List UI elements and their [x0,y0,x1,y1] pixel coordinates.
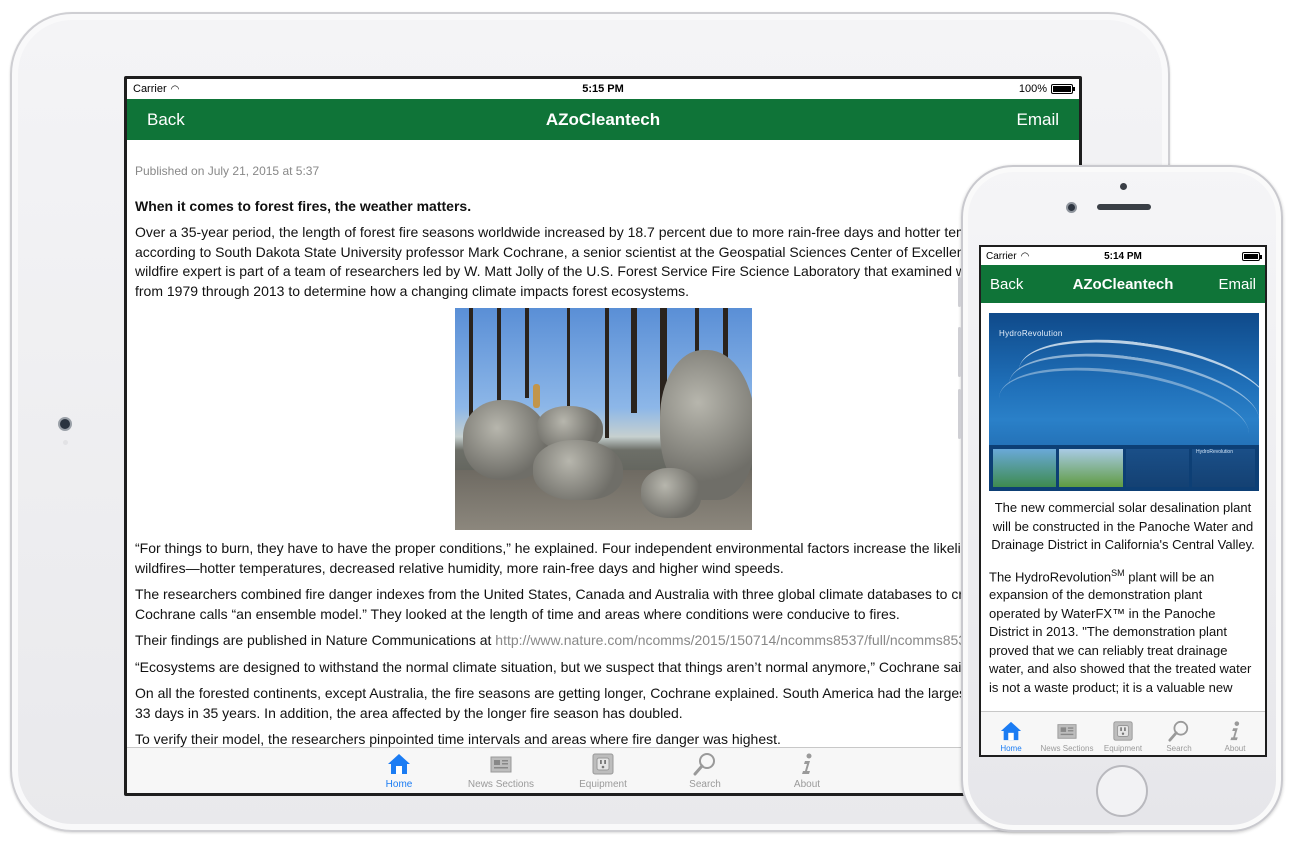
article-lead: When it comes to forest fires, the weath… [135,197,472,214]
paragraph-text: Their findings are published in Nature C… [135,632,496,648]
article-paragraph: The researchers combined fire danger ind… [135,585,1071,624]
paragraph-line: The researchers combined fire danger ind… [135,586,979,602]
tab-label: About [1224,744,1246,753]
email-button[interactable]: Email [1218,276,1256,293]
nav-title: AZoCleantech [545,109,661,129]
promo-brand-logo: HydroRevolution [999,329,1063,338]
paragraph-text: plant will be an expansion of the demons… [989,568,1252,695]
iphone-display: Carrier ◠ 5:14 PM Back AZoCleantech Emai… [981,247,1265,755]
status-bar: Carrier ◠ 5:15 PM 100% [127,79,1079,99]
article-paragraph: Their findings are published in Nature C… [135,631,1071,651]
tab-label: Equipment [579,779,627,790]
info-icon [1223,719,1247,743]
device-mockup-stage: Carrier ◠ 5:15 PM 100% Back AZoCleantech… [0,0,1300,850]
article-paragraph: “Ecosystems are designed to withstand th… [135,658,974,675]
paragraph-line: “For things to burn, they have to have t… [135,540,977,556]
tab-home[interactable]: Home [358,748,440,793]
nature-link[interactable]: http://www.nature.com/ncomms/2015/150714… [495,632,977,648]
forest-fire-photo [454,308,752,530]
tab-home[interactable]: Home [983,712,1039,755]
tab-label: Equipment [1103,744,1143,753]
wifi-icon: ◠ [170,83,180,95]
navigation-bar: Back AZoCleantech Email [981,265,1265,303]
home-button[interactable] [1096,765,1148,817]
tab-label: Search [1166,744,1192,753]
battery-percent: 100% [1018,83,1047,95]
home-icon [999,719,1023,743]
outlet-icon [590,751,616,777]
paragraph-line: Over a 35-year period, the length of for… [135,224,984,240]
paragraph-line: from 1979 through 2013 to determine how … [135,282,690,299]
status-bar: Carrier ◠ 5:14 PM [981,247,1265,265]
tab-bar: Home News Sections Equipment Search Abou… [981,711,1265,755]
battery-icon [1242,251,1262,261]
volume-down-button [958,389,961,439]
tab-bar: Home News Sections Equipment Search Abou… [127,747,1079,793]
newspaper-icon [488,751,514,777]
ipad-camera [58,417,72,431]
article-paragraph: On all the forested continents, except A… [135,684,1071,723]
paragraph-line: On all the forested continents, except A… [135,685,971,701]
article-paragraph: Over a 35-year period, the length of for… [135,223,1071,301]
tab-label: Home [385,779,413,790]
iphone-proximity-sensor [1120,183,1127,190]
mute-switch [958,277,961,307]
paragraph-text: The HydroRevolution [989,568,1112,584]
tab-label: News Sections [467,779,535,790]
home-icon [386,751,412,777]
iphone-device: Carrier ◠ 5:14 PM Back AZoCleantech Emai… [958,165,1283,832]
paragraph-line: wildfire expert is part of a team of res… [135,263,982,279]
carrier-label: Carrier [133,83,167,95]
carrier-label: Carrier [986,250,1017,262]
search-icon [692,751,718,777]
ipad-screen: Carrier ◠ 5:15 PM 100% Back AZoCleantech… [124,76,1082,796]
paragraph-line: according to South Dakota State Universi… [135,243,980,260]
tab-search[interactable]: Search [664,748,746,793]
solar-desalination-image: HydroRevolution HydroRevolution [989,313,1259,491]
article-paragraph: “For things to burn, they have to have t… [135,539,1071,578]
tab-label: Search [689,779,721,790]
tab-news-sections[interactable]: News Sections [460,748,542,793]
back-button[interactable]: Back [990,276,1023,293]
article-content[interactable]: Published on July 21, 2015 at 5:37 When … [127,140,1079,750]
search-icon [1167,719,1191,743]
back-button[interactable]: Back [147,110,185,130]
battery-icon [1051,84,1075,94]
navigation-bar: Back AZoCleantech Email [127,99,1079,140]
article-content[interactable]: HydroRevolution HydroRevolution The new … [981,303,1265,705]
status-time: 5:15 PM [582,83,624,95]
image-caption: The new commercial solar desalination pl… [991,500,1255,552]
paragraph-line: wildfires—hotter temperatures, decreased… [135,559,784,576]
newspaper-icon [1055,719,1079,743]
service-mark: SM [1111,567,1125,578]
promo-panel-label: HydroRevolution [1196,448,1233,455]
tab-news-sections[interactable]: News Sections [1039,712,1095,755]
tab-equipment[interactable]: Equipment [562,748,644,793]
paragraph-line: Cochrane calls “an ensemble model.” They… [135,605,900,622]
tab-about[interactable]: About [766,748,848,793]
iphone-speaker [1097,204,1151,210]
iphone-screen: Carrier ◠ 5:14 PM Back AZoCleantech Emai… [979,245,1267,757]
wifi-icon: ◠ [1020,250,1030,262]
article-paragraph: The HydroRevolutionSM plant will be an e… [989,564,1257,698]
tab-label: About [793,779,821,790]
paragraph-line: 33 days in 35 years. In addition, the ar… [135,704,683,721]
iphone-front-camera [1066,202,1077,213]
tab-equipment[interactable]: Equipment [1095,712,1151,755]
tab-label: News Sections [1040,744,1094,753]
published-date: Published on July 21, 2015 at 5:37 [135,164,320,178]
outlet-icon [1111,719,1135,743]
tab-label: Home [1000,744,1022,753]
info-icon [794,751,820,777]
tab-about[interactable]: About [1207,712,1263,755]
ipad-display: Carrier ◠ 5:15 PM 100% Back AZoCleantech… [127,79,1079,793]
tab-search[interactable]: Search [1151,712,1207,755]
email-button[interactable]: Email [1016,110,1059,130]
volume-up-button [958,327,961,377]
ipad-sensor [63,440,68,445]
